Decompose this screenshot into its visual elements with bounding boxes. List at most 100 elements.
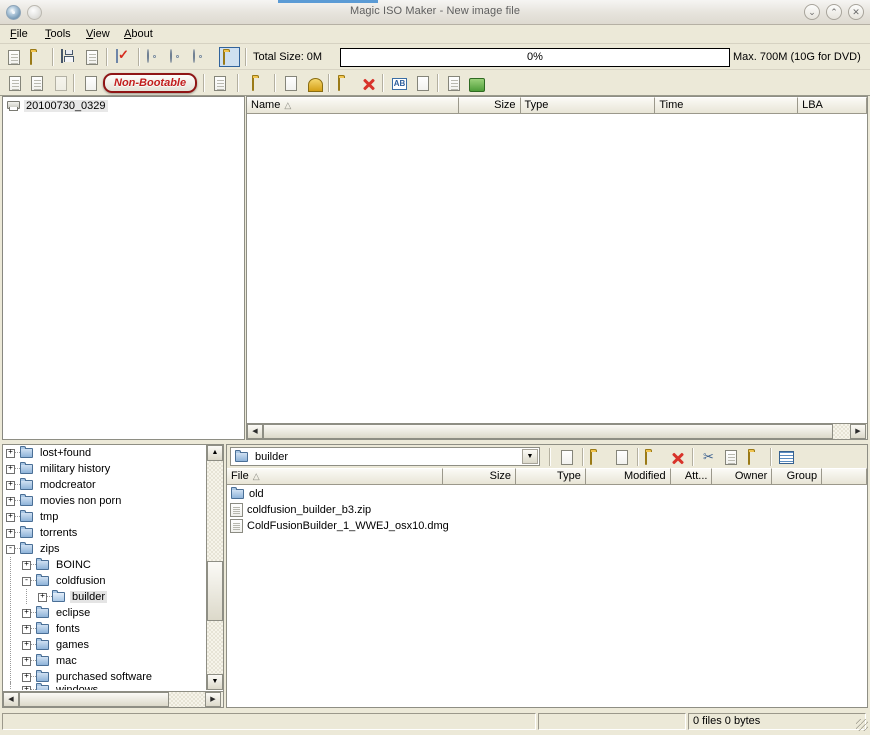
hscroll-trough[interactable] bbox=[833, 424, 850, 439]
resize-grip[interactable] bbox=[856, 719, 868, 731]
delete-button[interactable] bbox=[667, 447, 687, 466]
image-list-body[interactable] bbox=[247, 114, 867, 439]
tree-expander-cell[interactable]: + bbox=[35, 589, 53, 605]
tree-expander-cell[interactable]: + bbox=[3, 525, 21, 541]
up-folder-button[interactable] bbox=[587, 447, 607, 466]
file-row[interactable]: old bbox=[227, 486, 867, 502]
tree-expander-cell[interactable]: + bbox=[19, 653, 37, 669]
expand-plus-icon[interactable]: + bbox=[6, 529, 15, 538]
tree-item[interactable]: + mac bbox=[3, 653, 206, 669]
column-header-group[interactable]: Group bbox=[772, 468, 823, 485]
remove-boot-button[interactable] bbox=[50, 73, 71, 93]
add-to-image-button[interactable] bbox=[557, 447, 577, 466]
tree-item[interactable]: + military history bbox=[3, 461, 206, 477]
scroll-right-button[interactable]: ▶ bbox=[850, 424, 866, 439]
image-list-hscrollbar[interactable]: ◀ ▶ bbox=[247, 423, 867, 439]
collapse-minus-icon[interactable]: - bbox=[22, 577, 31, 586]
expand-plus-icon[interactable]: + bbox=[22, 641, 31, 650]
tree-expander-cell[interactable]: + bbox=[3, 477, 21, 493]
tree-hscroll-thumb[interactable] bbox=[19, 692, 169, 707]
expand-plus-icon[interactable]: + bbox=[22, 685, 31, 690]
properties-button[interactable] bbox=[113, 47, 134, 67]
local-tree-vscrollbar[interactable]: ▲ ▼ bbox=[206, 445, 223, 690]
column-header-name[interactable]: Name △ bbox=[247, 97, 459, 114]
expand-plus-icon[interactable]: + bbox=[6, 465, 15, 474]
expand-plus-icon[interactable]: + bbox=[22, 657, 31, 666]
list-add-button[interactable] bbox=[248, 73, 269, 93]
read-cd-button[interactable] bbox=[167, 47, 188, 67]
tree-item[interactable]: + lost+found bbox=[3, 445, 206, 461]
tree-item[interactable]: + games bbox=[3, 637, 206, 653]
scroll-up-button[interactable]: ▲ bbox=[207, 445, 223, 461]
tree-expander-cell[interactable]: + bbox=[19, 621, 37, 637]
save-image-button[interactable] bbox=[58, 47, 79, 67]
tree-scroll-left-button[interactable]: ◀ bbox=[3, 692, 19, 707]
tree-item[interactable]: + torrents bbox=[3, 525, 206, 541]
local-tree-hscrollbar[interactable]: ◀ ▶ bbox=[3, 691, 223, 707]
tree-expander-cell[interactable]: + bbox=[3, 509, 21, 525]
open-image-button[interactable] bbox=[27, 47, 48, 67]
tree-item[interactable]: - zips bbox=[3, 541, 206, 557]
tree-expander-cell[interactable]: + bbox=[3, 493, 21, 509]
tree-item[interactable]: + fonts bbox=[3, 621, 206, 637]
column-header-size[interactable]: Size bbox=[458, 97, 521, 114]
paste-button[interactable] bbox=[745, 447, 765, 466]
tree-scroll-right-button[interactable]: ▶ bbox=[205, 692, 221, 707]
menu-tools[interactable]: Tools bbox=[43, 28, 73, 40]
close-button[interactable]: ✕ bbox=[848, 4, 864, 20]
tree-expander-cell[interactable]: + bbox=[19, 605, 37, 621]
file-row[interactable]: coldfusion_builder_b3.zip bbox=[227, 502, 867, 518]
tree-expander-cell[interactable]: + bbox=[19, 557, 37, 573]
tree-item[interactable]: + builder bbox=[3, 589, 206, 605]
maximize-button[interactable]: ⌃ bbox=[826, 4, 842, 20]
vscroll-thumb[interactable] bbox=[207, 561, 223, 621]
expand-plus-icon[interactable]: + bbox=[38, 593, 47, 602]
list-rename-button[interactable]: AB bbox=[388, 73, 409, 93]
minimize-button[interactable]: ⌄ bbox=[804, 4, 820, 20]
tree-item[interactable]: + eclipse bbox=[3, 605, 206, 621]
hscroll-thumb[interactable] bbox=[263, 424, 833, 439]
tree-item[interactable]: + tmp bbox=[3, 509, 206, 525]
expand-plus-icon[interactable]: + bbox=[6, 497, 15, 506]
column-header-size[interactable]: Size bbox=[443, 468, 517, 485]
optimize-button[interactable] bbox=[80, 73, 101, 93]
list-newfolder-button[interactable] bbox=[334, 73, 355, 93]
expand-plus-icon[interactable]: + bbox=[6, 513, 15, 522]
write-cd-button[interactable] bbox=[190, 47, 211, 67]
extract-boot-button[interactable] bbox=[209, 73, 230, 93]
image-file-list-pane[interactable]: Name △ Size Type Time LBA ◀ ▶ bbox=[246, 96, 868, 440]
tree-item[interactable]: + BOINC bbox=[3, 557, 206, 573]
list-undo-button[interactable] bbox=[303, 73, 324, 93]
image-tree-pane[interactable]: 20100730_0329 bbox=[2, 96, 245, 440]
list-preview-button[interactable] bbox=[443, 73, 464, 93]
menu-view[interactable]: View bbox=[84, 28, 112, 40]
local-file-rows[interactable]: old coldfusion_builder_b3.zip ColdFusionBu… bbox=[227, 486, 867, 707]
tree-hscroll-trough[interactable] bbox=[169, 692, 205, 707]
tree-expander-cell[interactable]: - bbox=[3, 541, 21, 557]
scroll-down-button[interactable]: ▼ bbox=[207, 674, 223, 690]
column-header-type[interactable]: Type bbox=[520, 97, 656, 114]
tree-expander-cell[interactable]: + bbox=[19, 682, 37, 690]
menu-about[interactable]: About bbox=[122, 28, 155, 40]
new-folder-button[interactable] bbox=[642, 447, 662, 466]
collapse-minus-icon[interactable]: - bbox=[6, 545, 15, 554]
column-header-lba[interactable]: LBA bbox=[798, 97, 867, 114]
toggle-explorer-button[interactable] bbox=[219, 47, 240, 67]
column-header-type[interactable]: Type bbox=[516, 468, 586, 485]
boot-properties-button[interactable] bbox=[26, 73, 47, 93]
burn-cd-button[interactable] bbox=[144, 47, 165, 67]
list-delete-button[interactable] bbox=[357, 73, 378, 93]
image-tree-root[interactable]: 20100730_0329 bbox=[7, 100, 108, 112]
new-image-button[interactable] bbox=[5, 47, 26, 67]
expand-plus-icon[interactable]: + bbox=[22, 561, 31, 570]
tree-expander-cell[interactable]: + bbox=[19, 637, 37, 653]
tree-item[interactable]: + windows bbox=[3, 681, 206, 690]
tree-item[interactable]: - coldfusion bbox=[3, 573, 206, 589]
tree-expander-cell[interactable]: - bbox=[19, 573, 37, 589]
tree-item[interactable]: + movies non porn bbox=[3, 493, 206, 509]
path-combobox[interactable]: builder ▼ bbox=[230, 447, 540, 466]
list-export-button[interactable] bbox=[412, 73, 433, 93]
copy-button[interactable] bbox=[721, 447, 741, 466]
save-as-button[interactable] bbox=[81, 47, 102, 67]
expand-plus-icon[interactable]: + bbox=[22, 625, 31, 634]
